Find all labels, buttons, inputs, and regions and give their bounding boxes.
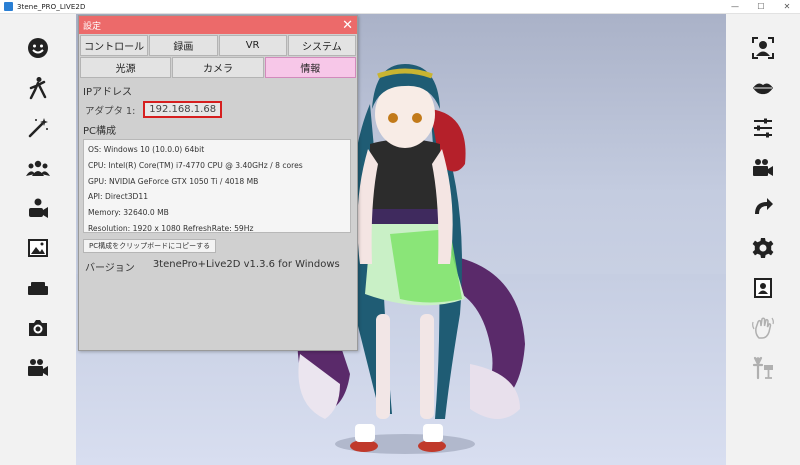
pc-section-label: PC構成 xyxy=(83,126,117,137)
hand-wave-icon xyxy=(751,316,775,340)
tab-system[interactable]: システム xyxy=(287,35,356,56)
pc-info-memory: Memory: 32640.0 MB xyxy=(88,208,169,218)
close-icon[interactable]: ✕ xyxy=(342,19,353,32)
video-camera-icon[interactable] xyxy=(26,356,50,380)
window-title: 3tene_PRO_LIVE2D xyxy=(17,2,86,11)
window-controls: — ☐ ✕ xyxy=(722,0,800,14)
tab-light[interactable]: 光源 xyxy=(80,57,172,78)
copy-pc-info-button[interactable]: PC構成をクリップボードにコピーする xyxy=(83,239,217,253)
video-camera-icon-right[interactable] xyxy=(751,156,775,180)
pc-info-box[interactable]: OS: Windows 10 (10.0.0) 64bit CPU: Intel… xyxy=(83,139,351,233)
tab-row-secondary: 光源 カメラ 情報 xyxy=(79,57,357,78)
tab-vr[interactable]: VR xyxy=(218,35,287,56)
ip-section-label: IPアドレス xyxy=(83,87,132,98)
lips-icon[interactable] xyxy=(751,76,775,100)
info-tab-content: IPアドレス アダプタ 1: 192.168.1.68 PC構成 OS: Win… xyxy=(79,83,357,274)
face-tracking-icon[interactable] xyxy=(751,36,775,60)
camera-icon[interactable] xyxy=(26,316,50,340)
sliders-icon[interactable] xyxy=(751,116,775,140)
version-row: バージョン 3tenePro+Live2D v1.3.6 for Windows xyxy=(83,259,353,274)
pc-info-cpu: CPU: Intel(R) Core(TM) i7-4770 CPU @ 3.4… xyxy=(88,160,303,170)
left-toolbar xyxy=(0,14,76,465)
redo-arrow-icon[interactable] xyxy=(751,196,775,220)
maximize-button[interactable]: ☐ xyxy=(748,0,774,14)
tab-camera[interactable]: カメラ xyxy=(172,57,264,78)
pc-info-api: API: Direct3D11 xyxy=(88,192,149,202)
app-icon xyxy=(4,2,13,11)
minimize-button[interactable]: — xyxy=(722,0,748,14)
pc-info-os: OS: Windows 10 (10.0.0) 64bit xyxy=(88,145,205,154)
image-icon[interactable] xyxy=(26,236,50,260)
magic-wand-icon[interactable] xyxy=(26,116,50,140)
people-icon[interactable] xyxy=(26,156,50,180)
sofa-icon[interactable] xyxy=(26,276,50,300)
settings-panel: 設定 ✕ コントロール 録画 VR システム 光源 カメラ 情報 IPアドレス … xyxy=(78,15,358,351)
portrait-icon[interactable] xyxy=(751,276,775,300)
tab-recording[interactable]: 録画 xyxy=(149,35,218,56)
gear-icon[interactable] xyxy=(751,236,775,260)
pc-info-resolution: Resolution: 1920 x 1080 RefreshRate: 59H… xyxy=(88,223,254,233)
version-label: バージョン xyxy=(85,263,135,274)
adapter-ip-value: 192.168.1.68 xyxy=(143,101,223,118)
pc-info-gpu: GPU: NVIDIA GeForce GTX 1050 Ti / 4018 M… xyxy=(88,176,259,186)
settings-panel-title: 設定 xyxy=(83,21,102,32)
right-toolbar xyxy=(726,14,800,465)
version-value: 3tenePro+Live2D v1.3.6 for Windows xyxy=(152,259,340,270)
tab-info[interactable]: 情報 xyxy=(264,57,356,78)
tab-control[interactable]: コントロール xyxy=(80,35,149,56)
presenter-icon xyxy=(751,356,775,380)
close-window-button[interactable]: ✕ xyxy=(774,0,800,14)
settings-panel-header: 設定 ✕ xyxy=(79,16,357,34)
tab-row-primary: コントロール 録画 VR システム xyxy=(79,35,357,56)
camera-user-icon[interactable] xyxy=(26,196,50,220)
dance-pose-icon[interactable] xyxy=(26,76,50,100)
adapter-row: アダプタ 1: 192.168.1.68 xyxy=(83,101,353,118)
face-icon[interactable] xyxy=(26,36,50,60)
window-title-bar: 3tene_PRO_LIVE2D — ☐ ✕ xyxy=(0,0,800,14)
adapter-label: アダプタ 1: xyxy=(85,105,136,117)
